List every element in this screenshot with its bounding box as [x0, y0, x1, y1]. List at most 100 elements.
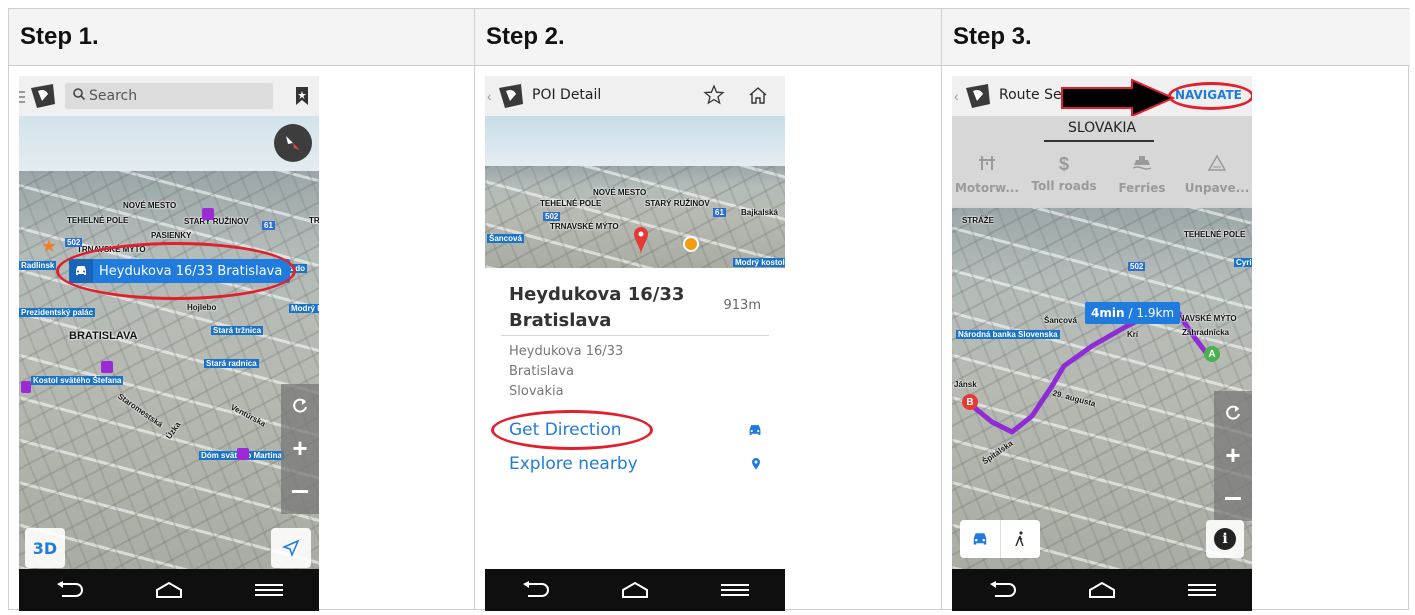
walking-icon [1015, 531, 1024, 547]
option-motorways[interactable]: Motorw... [952, 154, 1022, 195]
menu-icon[interactable] [715, 575, 755, 605]
android-nav-bar [952, 569, 1252, 611]
map-label: Hojlebo [187, 303, 217, 312]
route-eta-badge: 4min / 1.9km [1085, 302, 1181, 324]
search-bar: Search [19, 76, 319, 116]
map-label: Národná banka Slovenska [956, 330, 1060, 339]
zoom-in-button[interactable]: + [1214, 434, 1252, 477]
home-icon[interactable] [1082, 575, 1122, 605]
menu-icon[interactable] [249, 575, 289, 605]
address-line: Heydukova 16/33 [509, 344, 624, 359]
map-label: TR [309, 216, 319, 225]
address-line: Bratislava [509, 364, 574, 379]
back-icon[interactable] [49, 575, 89, 605]
step-title: Step 2. [486, 23, 565, 50]
unpaved-road-icon [1207, 154, 1227, 171]
route-start-marker: A [1204, 346, 1220, 362]
search-icon [73, 87, 86, 105]
map-label: Radlinsk [19, 261, 57, 270]
star-icon[interactable] [703, 84, 725, 111]
map-label: TEHELNÉ POLE [1184, 230, 1246, 239]
walk-mode-button[interactable] [1001, 520, 1041, 558]
android-nav-bar [19, 569, 319, 611]
home-icon[interactable] [615, 575, 655, 605]
location-pin-icon [751, 457, 761, 476]
eta-distance: / 1.9km [1128, 306, 1175, 320]
current-position-icon [683, 236, 699, 252]
info-button[interactable]: i [1206, 520, 1244, 558]
my-location-button[interactable] [271, 528, 311, 568]
motorway-icon [979, 156, 995, 170]
3d-toggle-button[interactable]: 3D [25, 528, 65, 568]
car-icon [747, 424, 763, 442]
poi-name: Heydukova 16/33 Bratislava [509, 284, 685, 331]
map-label: STARÝ RUŽINOV [645, 199, 710, 208]
step-2-header: Step 2. [475, 9, 941, 66]
rotate-icon[interactable] [281, 384, 319, 427]
address-line: Slovakia [509, 384, 564, 399]
rotate-icon[interactable] [1214, 391, 1252, 434]
map-pin-icon [633, 226, 649, 261]
back-icon[interactable] [515, 575, 555, 605]
step-2-column: Step 2. ‹ POI Detail NOVÉ MESTO TEHELNÉ … [475, 9, 942, 611]
map-label: Krí [1127, 330, 1139, 339]
step-3-header: Step 3. [942, 9, 1410, 66]
search-placeholder: Search [89, 88, 138, 104]
step-title: Step 1. [20, 23, 99, 50]
search-input[interactable]: Search [65, 83, 273, 109]
home-icon[interactable] [149, 575, 189, 605]
road-shield: 502 [543, 212, 561, 221]
bookmark-icon[interactable] [295, 86, 309, 111]
map-label: BRATISLAVA [69, 330, 138, 342]
page-title: Route Se [999, 87, 1062, 103]
map-label: Jánsk [954, 380, 977, 389]
zoom-out-button[interactable] [281, 470, 319, 513]
back-chevron-icon[interactable]: ‹ [487, 88, 492, 104]
route-end-marker: B [962, 394, 978, 410]
poi-marker-icon [21, 381, 31, 393]
divider [1044, 140, 1154, 142]
option-toll-roads[interactable]: $ Toll roads [1029, 154, 1099, 193]
explore-nearby-link[interactable]: Explore nearby [509, 454, 638, 474]
car-mode-button[interactable] [960, 520, 1001, 558]
option-unpaved[interactable]: Unpave... [1182, 154, 1252, 195]
compass-icon[interactable] [274, 124, 312, 162]
home-icon[interactable] [747, 84, 769, 111]
menu-icon[interactable] [1182, 575, 1222, 605]
map-label: Šancová [1044, 316, 1077, 325]
zoom-out-button[interactable] [1214, 477, 1252, 520]
road-shield: 502 [65, 238, 83, 247]
zoom-in-button[interactable]: + [281, 427, 319, 470]
back-icon[interactable] [982, 575, 1022, 605]
ferry-icon [1132, 156, 1152, 170]
map-label: Modrý kostol [733, 258, 785, 267]
highlight-circle [56, 242, 296, 300]
map-label: TRNAVSKÉ MÝTO [550, 222, 619, 231]
page-title: POI Detail [532, 87, 602, 103]
road-shield: 61 [262, 221, 275, 230]
map-label: Záhradnícka [1182, 328, 1230, 337]
road-shield: 61 [713, 208, 726, 217]
option-ferries[interactable]: Ferries [1107, 154, 1177, 195]
divider [501, 335, 769, 336]
poi-marker-icon [101, 361, 113, 373]
step-1-screenshot: Search NOVÉ MESTO TEHELNÉ POLE STARÝ RUŽ… [19, 76, 319, 611]
map-label: Cyril [1234, 258, 1252, 267]
highlight-circle [1168, 82, 1252, 110]
step-1-column: Step 1. Search NOVÉ MESTO TEHELNÉ POLE S… [9, 9, 475, 611]
steps-table: Step 1. Search NOVÉ MESTO TEHELNÉ POLE S… [8, 8, 1410, 611]
map-label: NOVÉ MESTO [593, 188, 647, 197]
map-label: Kostol svätého Štefana [31, 376, 124, 385]
map-label: STRÁŽE [962, 216, 994, 225]
map-label: Bajkalská [741, 208, 778, 217]
route-options-panel: SLOVAKIA Motorw... $ Toll roads Ferries … [952, 116, 1252, 208]
road-shield: 502 [1128, 262, 1146, 271]
back-chevron-icon[interactable]: ‹ [954, 88, 959, 104]
map-label: TEHELNÉ POLE [540, 199, 602, 208]
menu-icon[interactable] [19, 86, 29, 106]
map-label: Modrý k [289, 304, 319, 313]
favorite-star-icon: ★ [41, 236, 58, 256]
step-3-screenshot: ‹ Route Se NAVIGATE SLOVAKIA Motorw... $… [952, 76, 1252, 611]
app-logo-icon [964, 82, 992, 115]
map-sky [485, 116, 785, 171]
